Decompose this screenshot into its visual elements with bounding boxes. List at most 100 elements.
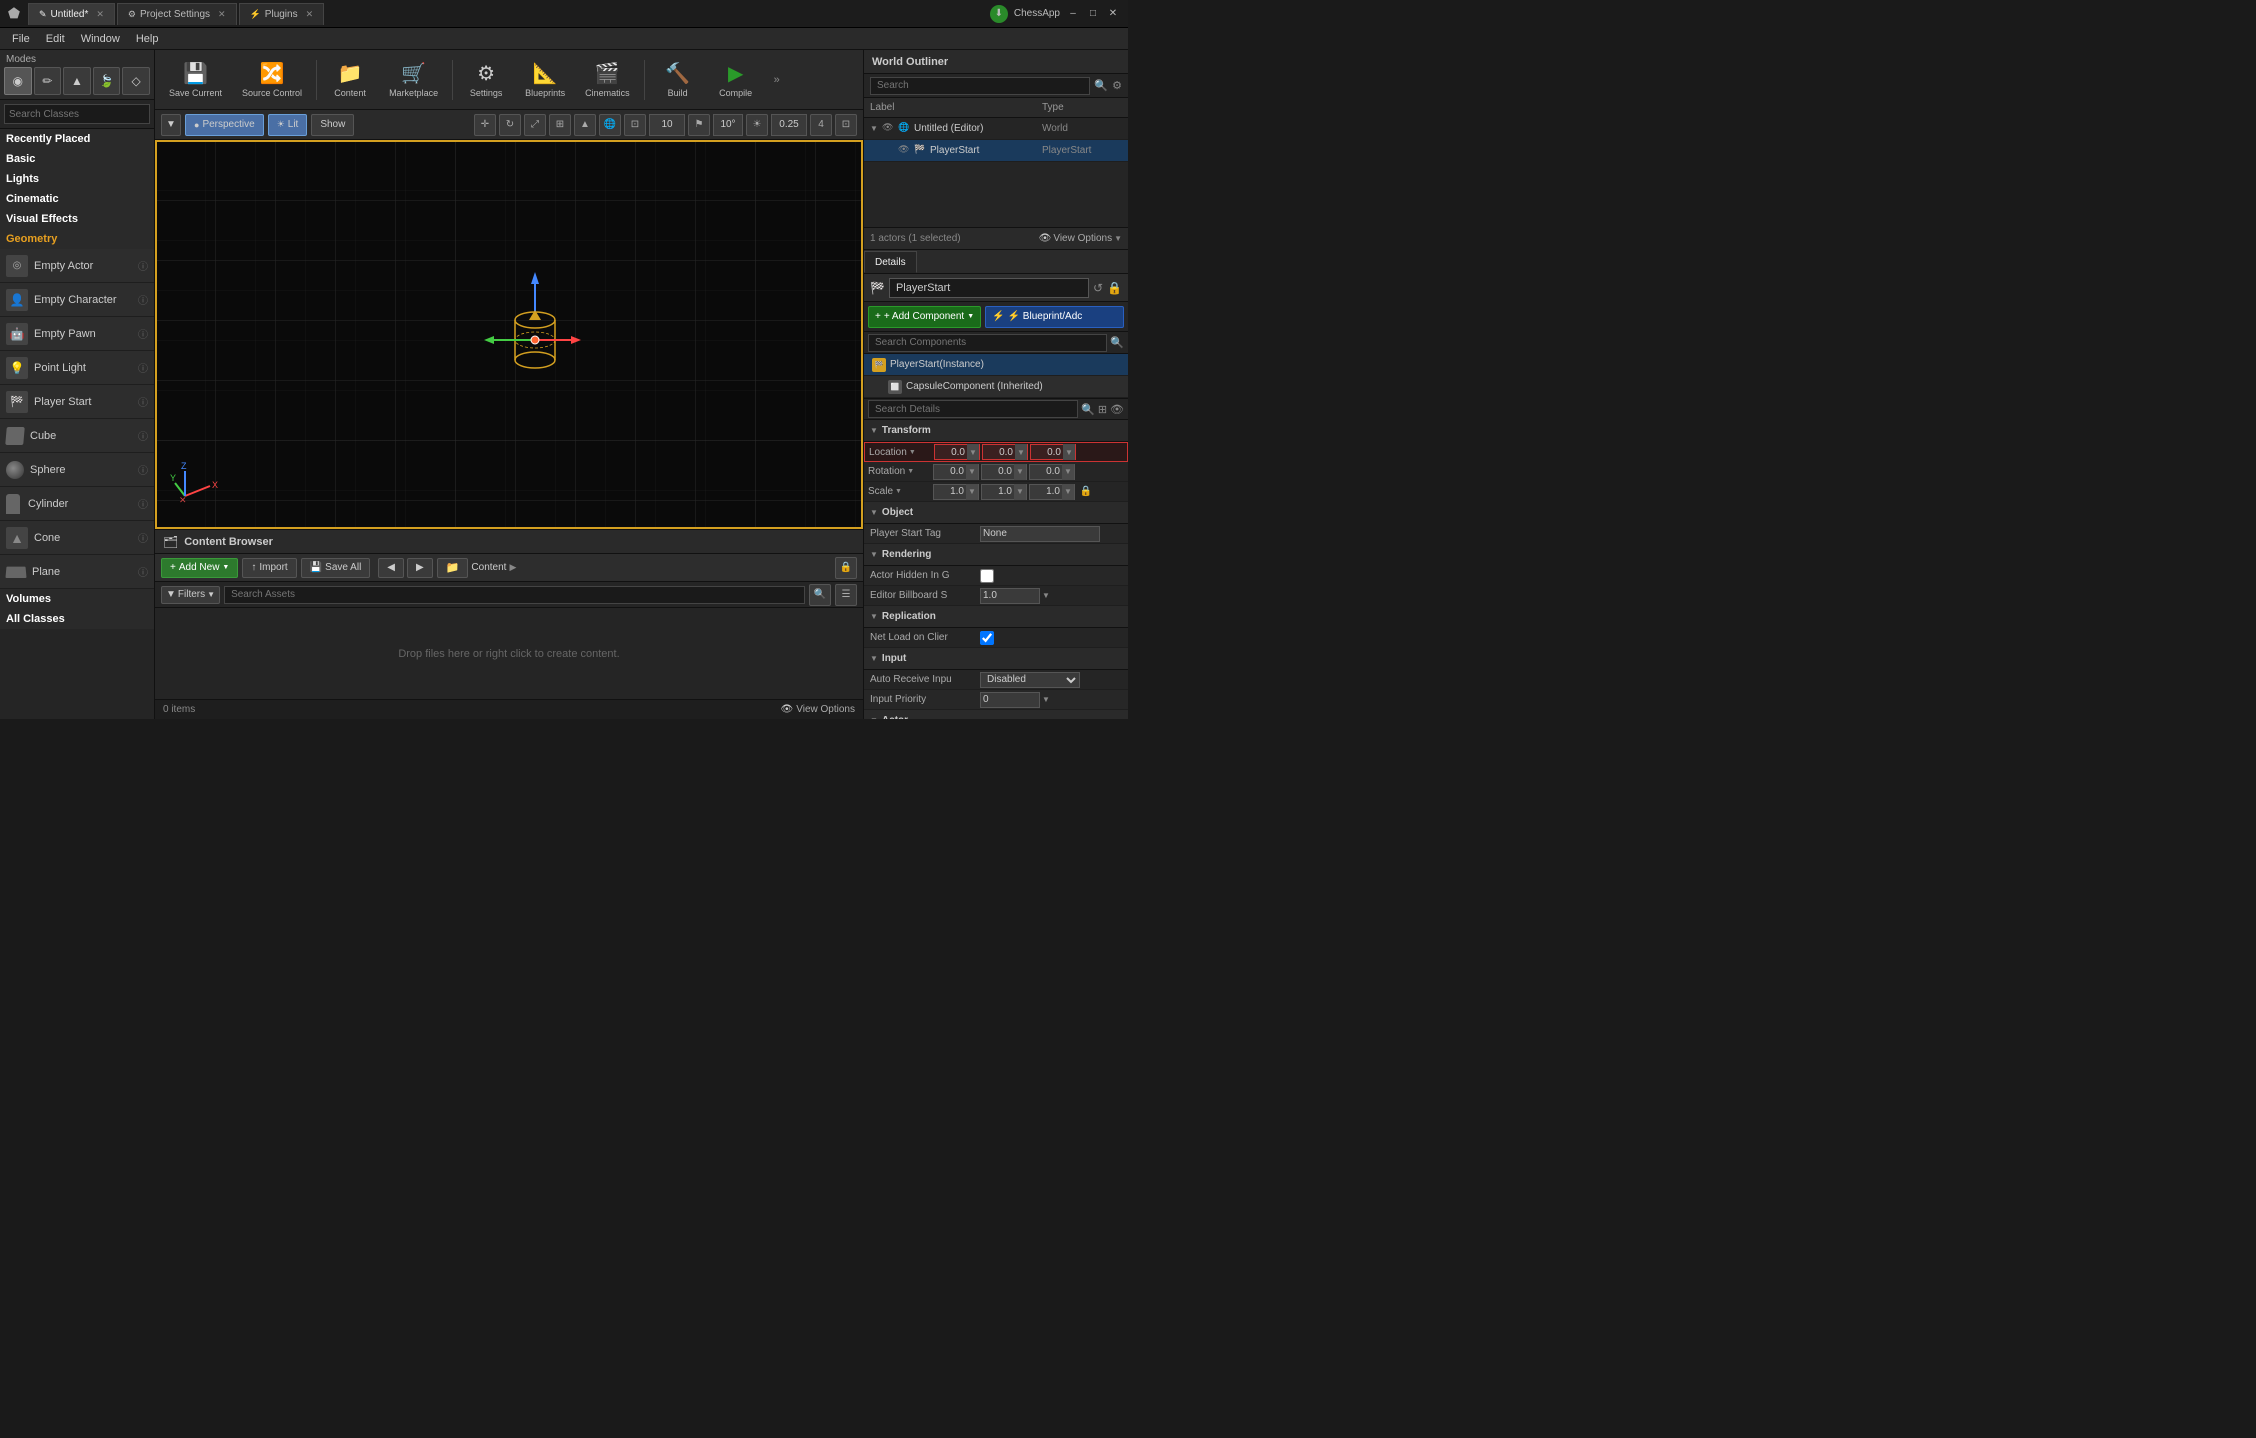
tab-project-settings-close-icon[interactable]: ✕ [218, 9, 226, 20]
compile-button[interactable]: ▶ Compile [709, 54, 763, 106]
scale-z-btn[interactable]: ▼ [1062, 484, 1074, 500]
section-input[interactable]: ▼ Input [864, 648, 1128, 670]
rotation-y-input[interactable] [982, 466, 1014, 477]
component-playerstart-instance[interactable]: 🏁 PlayerStart(Instance) [864, 354, 1128, 376]
rotate-tool[interactable]: ↻ [499, 114, 521, 136]
input-priority-input[interactable] [980, 692, 1040, 708]
category-visual-effects[interactable]: Visual Effects [0, 209, 154, 229]
mode-paint[interactable]: ✏ [34, 67, 62, 95]
list-item-cube[interactable]: Cube ⓘ [0, 419, 154, 453]
wo-search-icon[interactable]: 🔍 [1094, 79, 1108, 92]
cb-view-options-button[interactable]: 👁 View Options [781, 704, 855, 715]
marketplace-button[interactable]: 🛒 Marketplace [381, 54, 446, 106]
list-item-empty-pawn[interactable]: 🤖 Empty Pawn ⓘ [0, 317, 154, 351]
rotation-y-btn[interactable]: ▼ [1014, 464, 1026, 480]
list-item-empty-character[interactable]: 👤 Empty Character ⓘ [0, 283, 154, 317]
editor-billboard-input[interactable] [980, 588, 1040, 604]
actor-name-input[interactable] [889, 278, 1089, 298]
snap-toggle[interactable]: ⊡ [624, 114, 646, 136]
minimize-button[interactable]: – [1066, 7, 1080, 21]
rotation-x-input[interactable] [934, 466, 966, 477]
restore-button[interactable]: ⊡ [835, 114, 857, 136]
tab-plugins[interactable]: ⚡ Plugins ✕ [239, 3, 325, 25]
wo-item-playerstart[interactable]: ▶ 👁 🏁 PlayerStart PlayerStart [864, 140, 1128, 162]
scale-x-input[interactable] [934, 486, 966, 497]
section-rendering[interactable]: ▼ Rendering [864, 544, 1128, 566]
dp-lock-icon[interactable]: 🔒 [1107, 281, 1122, 295]
mode-landscape[interactable]: ▲ [63, 67, 91, 95]
category-cinematic[interactable]: Cinematic [0, 189, 154, 209]
player-start-tag-input[interactable] [980, 526, 1100, 542]
location-x-btn[interactable]: ▼ [967, 444, 979, 460]
grid-toggle[interactable]: ⊞ [549, 114, 571, 136]
perspective-button[interactable]: ● Perspective [185, 114, 264, 136]
location-z-btn[interactable]: ▼ [1063, 444, 1075, 460]
build-button[interactable]: 🔨 Build [651, 54, 705, 106]
viewport-arrow-button[interactable]: ▼ [161, 114, 181, 136]
tab-plugins-close-icon[interactable]: ✕ [306, 9, 314, 20]
category-basic[interactable]: Basic [0, 149, 154, 169]
cb-lock-button[interactable]: 🔒 [835, 557, 857, 579]
scale-y-input[interactable] [982, 486, 1014, 497]
menu-help[interactable]: Help [128, 28, 167, 49]
rotation-z-btn[interactable]: ▼ [1062, 464, 1074, 480]
viewport[interactable]: X Y Z ✕ [155, 140, 863, 529]
maximize-button[interactable]: □ [1086, 7, 1100, 21]
search-classes-input[interactable] [4, 104, 150, 124]
add-new-button[interactable]: + Add New ▼ [161, 558, 238, 578]
blueprint-button[interactable]: ⚡ ⚡ Blueprint/Adc [985, 306, 1124, 328]
category-geometry[interactable]: Geometry [0, 229, 154, 249]
grid-size-input[interactable] [649, 114, 685, 136]
details-grid-icon[interactable]: ⊞ [1098, 403, 1107, 416]
section-object[interactable]: ▼ Object [864, 502, 1128, 524]
mode-geometry[interactable]: ◇ [122, 67, 150, 95]
search-assets-button[interactable]: 🔍 [809, 584, 831, 606]
save-all-button[interactable]: 💾 Save All [301, 558, 371, 578]
location-z-input[interactable] [1031, 447, 1063, 458]
component-capsule-inherited[interactable]: ⬜ CapsuleComponent (Inherited) [864, 376, 1128, 398]
add-component-button[interactable]: + + Add Component ▼ [868, 306, 981, 328]
menu-file[interactable]: File [4, 28, 38, 49]
section-actor[interactable]: ▼ Actor [864, 710, 1128, 719]
path-icon-button[interactable]: 📁 [437, 558, 469, 578]
cinematics-button[interactable]: 🎬 Cinematics [577, 54, 638, 106]
list-item-cone[interactable]: ▲ Cone ⓘ [0, 521, 154, 555]
nav-forward-button[interactable]: ▶ [407, 558, 433, 578]
list-item-empty-actor[interactable]: ◎ Empty Actor ⓘ [0, 249, 154, 283]
search-assets-input[interactable] [224, 586, 805, 604]
category-recently-placed[interactable]: Recently Placed [0, 129, 154, 149]
location-y-btn[interactable]: ▼ [1015, 444, 1027, 460]
net-load-checkbox[interactable] [980, 631, 994, 645]
scale-tool[interactable]: ⤢ [524, 114, 546, 136]
light-icon[interactable]: ☀ [746, 114, 768, 136]
mode-foliage[interactable]: 🍃 [93, 67, 121, 95]
dp-reset-icon[interactable]: ↺ [1093, 281, 1103, 295]
search-details-input[interactable] [868, 400, 1078, 418]
billboard-arrow[interactable]: ▼ [1042, 591, 1050, 600]
list-item-point-light[interactable]: 💡 Point Light ⓘ [0, 351, 154, 385]
cb-settings-button[interactable]: ☰ [835, 584, 857, 606]
close-button[interactable]: ✕ [1106, 7, 1120, 21]
details-eye-icon[interactable]: 👁 [1110, 403, 1124, 416]
blueprints-button[interactable]: 📐 Blueprints [517, 54, 573, 106]
list-item-sphere[interactable]: Sphere ⓘ [0, 453, 154, 487]
tab-untitled[interactable]: ✎ Untitled* ✕ [28, 3, 115, 25]
menu-window[interactable]: Window [73, 28, 128, 49]
nav-back-button[interactable]: ◀ [378, 558, 404, 578]
category-all-classes[interactable]: All Classes [0, 609, 154, 629]
wo-item-untitled[interactable]: ▼ 👁 🌐 Untitled (Editor) World [864, 118, 1128, 140]
search-details-icon[interactable]: 🔍 [1081, 403, 1095, 416]
settings-button[interactable]: ⚙ Settings [459, 54, 513, 106]
wo-view-options-button[interactable]: 👁 View Options ▼ [1039, 233, 1122, 244]
tab-project-settings[interactable]: ⚙ Project Settings ✕ [117, 3, 237, 25]
rotation-z-input[interactable] [1030, 466, 1062, 477]
camera-speed[interactable]: ▲ [574, 114, 596, 136]
wo-settings-icon[interactable]: ⚙ [1112, 79, 1122, 92]
auto-receive-select[interactable]: Disabled [980, 672, 1080, 688]
content-button[interactable]: 📁 Content [323, 54, 377, 106]
save-current-button[interactable]: 💾 Save Current [161, 54, 230, 106]
toolbar-more-button[interactable]: » [767, 54, 787, 106]
lit-button[interactable]: ☀ Lit [268, 114, 308, 136]
import-button[interactable]: ↑ Import [242, 558, 296, 578]
category-lights[interactable]: Lights [0, 169, 154, 189]
